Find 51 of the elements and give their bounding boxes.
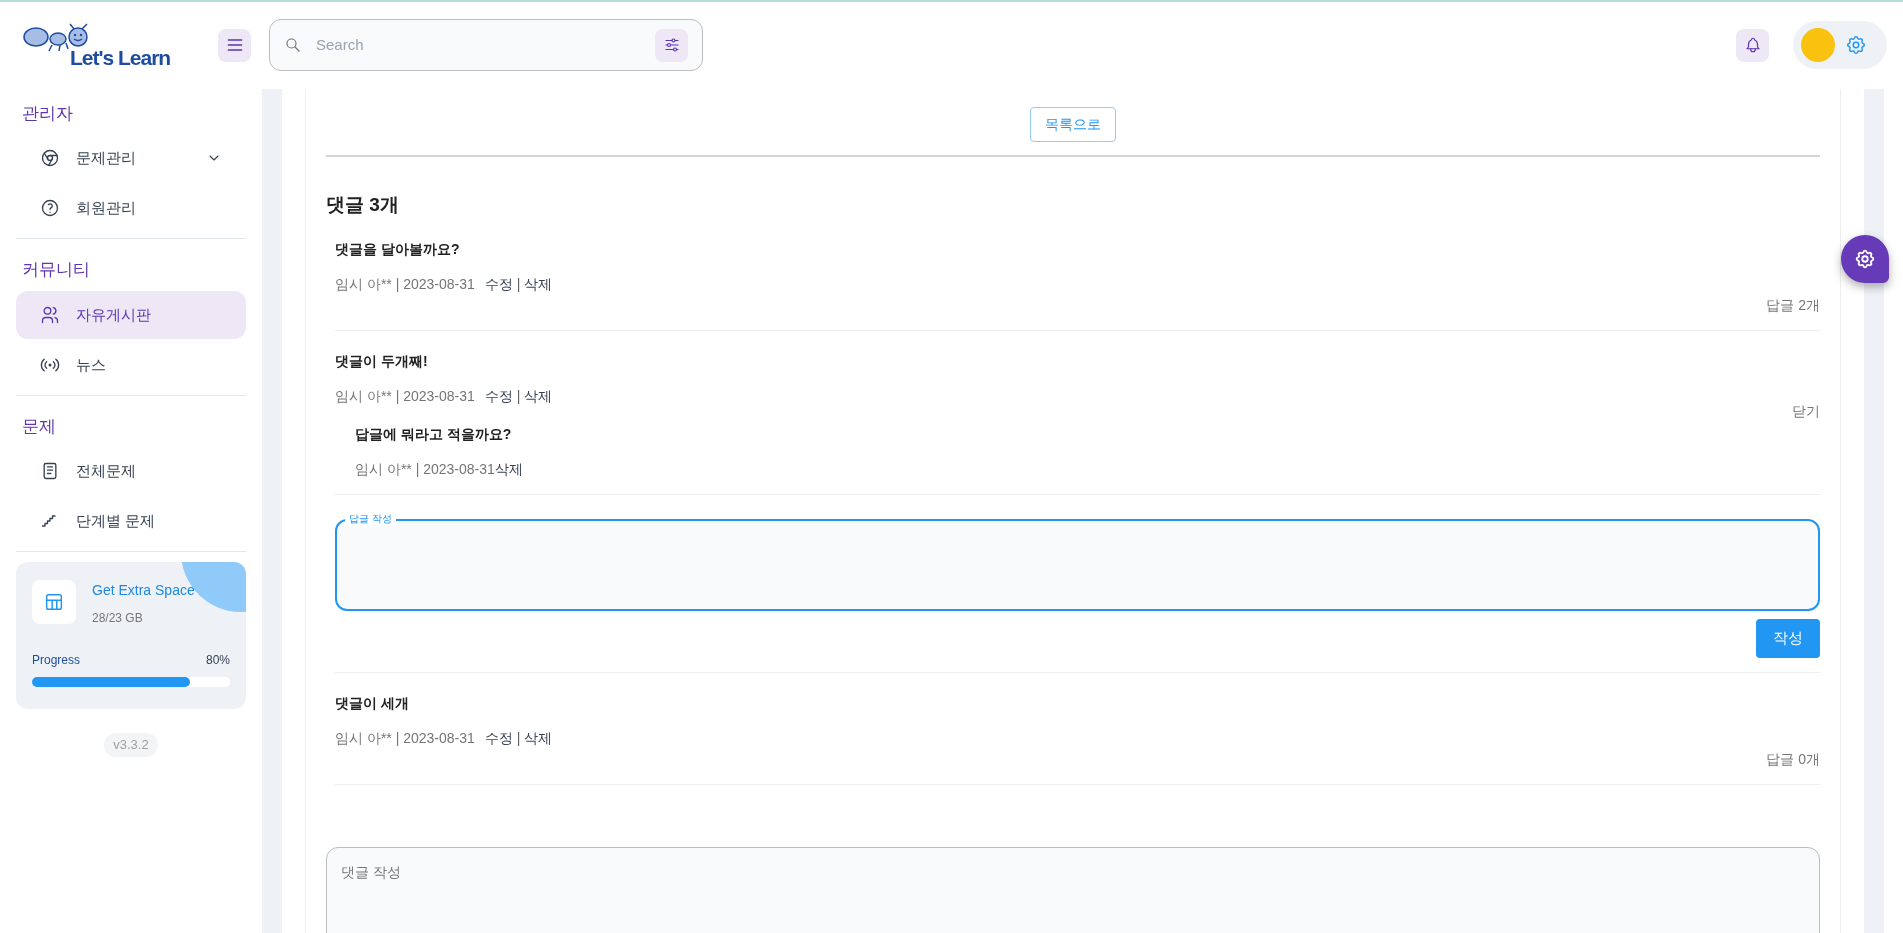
comment-meta: 임시 아** | 2023-08-31	[355, 460, 495, 480]
filter-button[interactable]	[655, 28, 688, 62]
comment-meta: 임시 아** | 2023-08-31	[335, 728, 475, 748]
users-icon	[40, 304, 60, 325]
comment-meta: 임시 아** | 2023-08-31	[335, 387, 475, 407]
comment-meta: 임시 아** | 2023-08-31	[335, 275, 475, 295]
search-field[interactable]: Search	[269, 19, 703, 72]
progress-value: 80%	[205, 652, 230, 670]
notification-button[interactable]	[1736, 28, 1769, 62]
comments-heading: 댓글 3개	[326, 192, 400, 217]
sidebar-item[interactable]: 뉴스	[16, 340, 246, 389]
action-link[interactable]: 수정	[484, 727, 513, 749]
action-link[interactable]: 삭제	[524, 386, 553, 408]
avatar	[1801, 28, 1835, 63]
action-link[interactable]: 수정	[484, 274, 513, 296]
comment-text: 댓글을 달아볼까요?	[335, 240, 461, 260]
sidebar-item[interactable]: 전체문제	[16, 447, 246, 496]
reply-toggle-link[interactable]: 닫기	[1792, 403, 1820, 420]
sidebar-item[interactable]: 단계별 문제	[16, 497, 246, 546]
settings-icon	[1854, 248, 1876, 270]
comment-input-field[interactable]: 댓글 작성	[326, 846, 1820, 933]
reply-toggle-link[interactable]: 답글 0개	[1766, 750, 1820, 767]
separator: |	[516, 275, 521, 295]
progress-label: Progress	[32, 652, 81, 670]
section-heading: 커뮤니티	[21, 259, 91, 282]
help-icon	[40, 198, 60, 219]
aperture-icon	[40, 148, 60, 169]
field-label: 답글 작성	[345, 512, 396, 527]
sidebar-item[interactable]: 자유게시판	[16, 290, 246, 339]
section-heading: 관리자	[21, 102, 74, 125]
action-link[interactable]: 삭제	[494, 459, 523, 481]
section-heading: 문제	[21, 415, 57, 438]
sidebar-item[interactable]: 문제관리	[16, 134, 246, 183]
bell-icon	[1743, 36, 1762, 55]
reply-text: 답글에 뭐라고 적을까요?	[355, 425, 513, 445]
menu-button[interactable]	[218, 28, 251, 62]
search-input[interactable]: Search	[314, 33, 643, 58]
logo-text: Let's Learn	[70, 46, 171, 68]
storage-title: Get Extra Space	[92, 581, 195, 601]
comment-text: 댓글이 세개	[335, 693, 410, 713]
action-link[interactable]: 삭제	[524, 727, 553, 749]
reply-toggle-link[interactable]: 답글 2개	[1766, 297, 1820, 314]
comment-text: 댓글이 두개째!	[335, 352, 429, 372]
settings-icon	[1845, 34, 1867, 57]
separator: |	[516, 728, 521, 748]
action-link[interactable]: 수정	[484, 386, 513, 408]
storage-usage: 28/23 GB	[92, 610, 144, 628]
version-label: v3.3.2	[104, 733, 158, 757]
separator: |	[516, 387, 521, 407]
sidebar-item[interactable]: 회원관리	[16, 184, 246, 233]
action-link[interactable]: 삭제	[524, 274, 553, 296]
